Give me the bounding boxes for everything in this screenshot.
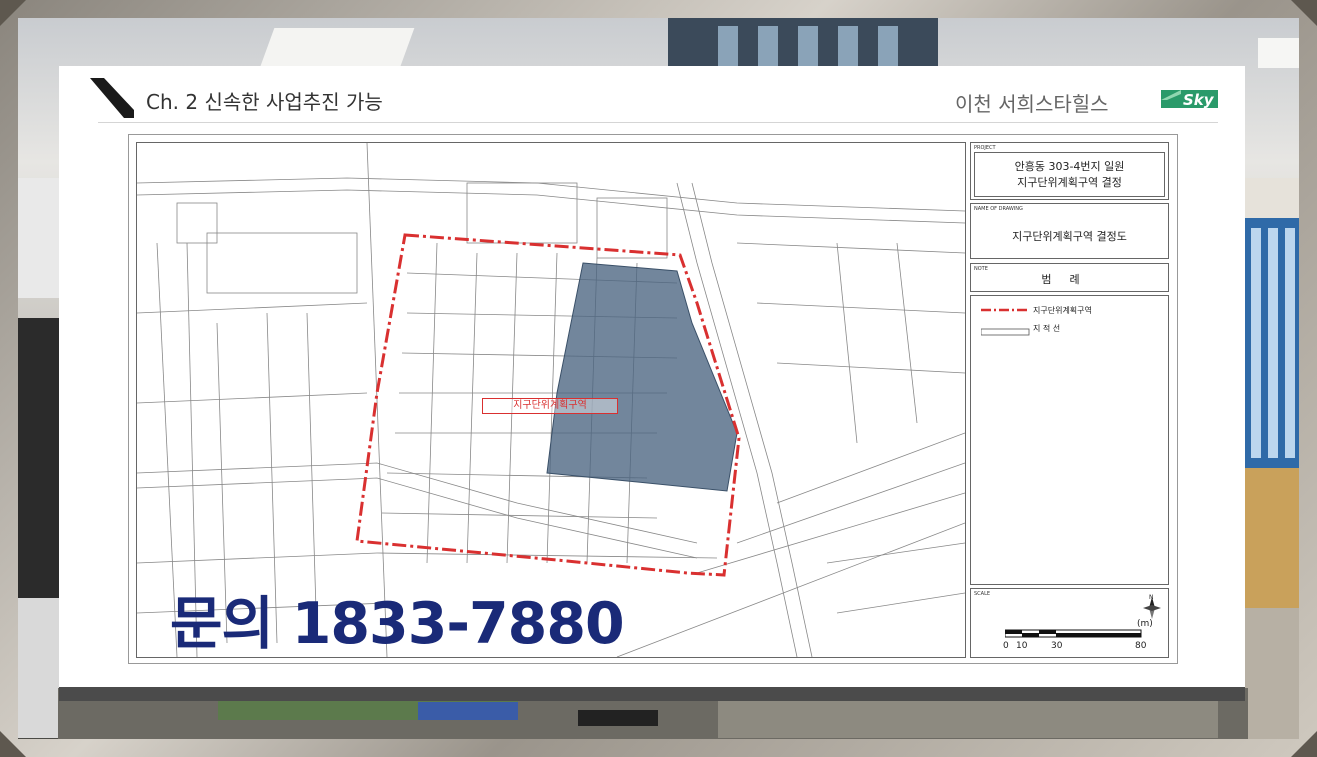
legend-item-parcel-line: 지 적 선	[1033, 324, 1061, 333]
corner-ornament-icon	[1291, 731, 1317, 757]
legend-title: 범례	[1041, 273, 1098, 286]
legend-parcel-line-icon	[981, 328, 1030, 336]
brand-logo-text: Sky	[1183, 91, 1215, 109]
scale-unit: (m)	[1137, 619, 1153, 629]
north-label: N	[1149, 594, 1154, 601]
project-panel: PROJECT 안흥동 303-4번지 일원 지구단위계획구역 결정	[970, 142, 1169, 200]
scale-panel: SCALE N (m) 0 10 30 80	[970, 588, 1169, 658]
project-box: 안흥동 303-4번지 일원 지구단위계획구역 결정	[974, 152, 1165, 197]
legend-header-panel: NOTE 범례	[970, 263, 1169, 292]
slide-bottom-bar	[59, 687, 1245, 701]
scale-bar-icon	[1005, 629, 1142, 638]
project-line2: 지구단위계획구역 결정	[1017, 176, 1122, 189]
legend-item-district: 지구단위계획구역	[1033, 306, 1092, 315]
contact-phone-overlay: 문의 1833-7880	[170, 591, 625, 657]
corner-ornament-icon	[0, 0, 26, 26]
scale-caption: SCALE	[974, 591, 991, 597]
legend-panel: 지구단위계획구역 지 적 선	[970, 295, 1169, 585]
slide-title: Ch. 2 신속한 사업추진 가능	[146, 90, 383, 114]
project-caption: PROJECT	[974, 145, 996, 151]
brand-name: 이천 서희스타힐스	[955, 92, 1109, 116]
scale-tick-10: 10	[1016, 641, 1028, 651]
project-site-area	[546, 262, 738, 492]
drawing-name: 지구단위계획구역 결정도	[1012, 230, 1127, 243]
drawing-name-panel: NAME OF DRAWING 지구단위계획구역 결정도	[970, 203, 1169, 259]
project-line1: 안흥동 303-4번지 일원	[1014, 160, 1125, 173]
scale-tick-0: 0	[1003, 641, 1009, 651]
corner-ornament-icon	[0, 731, 26, 757]
corner-ornament-icon	[1291, 0, 1317, 26]
scale-tick-80: 80	[1135, 641, 1147, 651]
district-label: 지구단위계획구역	[482, 398, 618, 414]
drawing-caption: NAME OF DRAWING	[974, 206, 1023, 212]
chapter-arrow-icon	[90, 78, 134, 118]
title-divider	[98, 122, 1218, 123]
brand-logo-icon: Sky	[1161, 90, 1218, 109]
scale-tick-30: 30	[1051, 641, 1063, 651]
legend-symbols	[981, 308, 1030, 336]
